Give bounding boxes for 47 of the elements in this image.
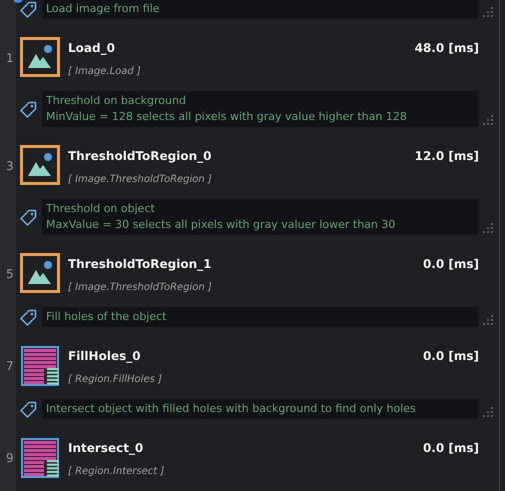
step-type: [ Region.Intersect ] (68, 466, 166, 478)
comment-text: MaxValue = 30 selects all pixels with gray valuer lower than 30 (46, 217, 396, 233)
resize-grip-icon[interactable] (482, 314, 494, 326)
step-time: 48.0 [ms] (414, 40, 479, 56)
comment-box[interactable]: Intersect object with filled holes with background to find only holes (42, 399, 478, 419)
region-icon (20, 437, 60, 479)
step-type: [ Region.FillHoles ] (68, 374, 163, 386)
step-time: 0.0 [ms] (422, 256, 479, 272)
step-name: ThresholdToRegion_1 (68, 256, 212, 272)
comment-box[interactable]: Fill holes of the object (42, 307, 478, 327)
tag-icon (20, 208, 37, 226)
step-name: FillHoles_0 (68, 348, 142, 364)
step-name: Load_0 (68, 40, 116, 56)
tag-icon (20, 100, 37, 118)
region-icon (20, 345, 60, 387)
line-number: 3 (6, 158, 14, 175)
resize-grip-icon[interactable] (482, 406, 494, 418)
resize-grip-icon[interactable] (482, 222, 494, 234)
comment-box[interactable]: Load image from file (42, 0, 478, 19)
step-time: 0.0 [ms] (422, 440, 479, 456)
comment-text: Fill holes of the object (46, 309, 168, 325)
tag-icon (20, 0, 37, 18)
line-number: 7 (6, 358, 14, 375)
step-name: ThresholdToRegion_0 (68, 148, 212, 164)
comment-text: Load image from file (46, 1, 160, 17)
comment-text: Threshold on object (46, 201, 156, 217)
image-icon (20, 253, 60, 293)
tag-icon (20, 400, 37, 418)
step-time: 0.0 [ms] (422, 348, 479, 364)
image-icon (20, 37, 60, 77)
tag-icon (20, 308, 37, 326)
step-type: [ Image.ThresholdToRegion ] (68, 282, 213, 294)
resize-grip-icon[interactable] (482, 6, 494, 18)
comment-text: MinValue = 128 selects all pixels with gray value higher than 128 (46, 109, 408, 125)
comment-box[interactable]: Threshold on object MaxValue = 30 selects all pixels with gray valuer lower than 30 (42, 199, 478, 235)
line-number: 1 (6, 50, 14, 67)
comment-text: Intersect object with filled holes with background to find only holes (46, 401, 417, 417)
step-time: 12.0 [ms] (414, 148, 479, 164)
step-type: [ Image.ThresholdToRegion ] (68, 174, 213, 186)
comment-box[interactable]: Threshold on background MinValue = 128 selects all pixels with gray value higher than 128 (42, 91, 478, 127)
step-name: Intersect_0 (68, 440, 144, 456)
image-icon (20, 145, 60, 185)
line-number: 5 (6, 266, 14, 283)
line-number: 9 (6, 450, 14, 467)
step-type: [ Image.Load ] (68, 66, 142, 78)
resize-grip-icon[interactable] (482, 114, 494, 126)
comment-text: Threshold on background (46, 93, 187, 109)
